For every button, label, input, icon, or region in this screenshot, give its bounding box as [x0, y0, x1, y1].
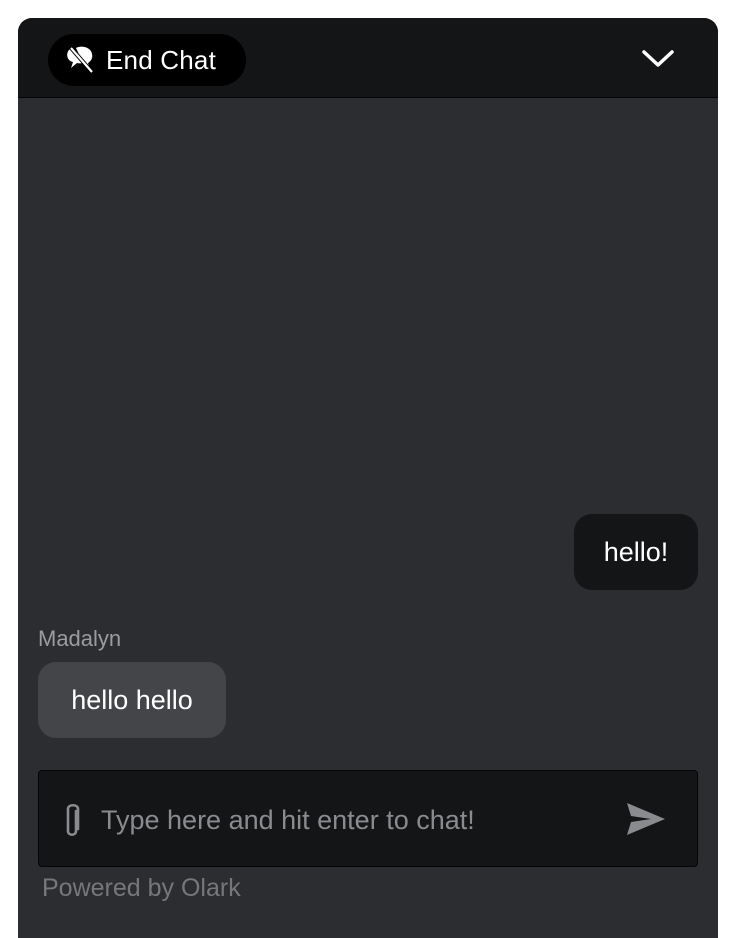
message-composer: [38, 770, 698, 867]
chat-off-icon: [67, 46, 94, 74]
operator-message: hello hello: [38, 662, 226, 738]
end-chat-label: End Chat: [106, 44, 217, 75]
powered-by-link[interactable]: Powered by Olark: [42, 874, 241, 903]
chat-header: End Chat: [18, 18, 718, 98]
send-icon[interactable]: [625, 801, 667, 837]
visitor-message: hello!: [574, 514, 698, 590]
paperclip-icon[interactable]: [59, 801, 85, 841]
chat-input[interactable]: [99, 789, 613, 851]
operator-name: Madalyn: [38, 626, 122, 651]
chat-widget: End Chat hello! Madalyn hello hello Powe…: [18, 18, 718, 938]
chevron-down-icon[interactable]: [638, 44, 678, 72]
end-chat-button[interactable]: End Chat: [48, 34, 246, 86]
message-list[interactable]: hello! Madalyn hello hello: [18, 98, 718, 758]
